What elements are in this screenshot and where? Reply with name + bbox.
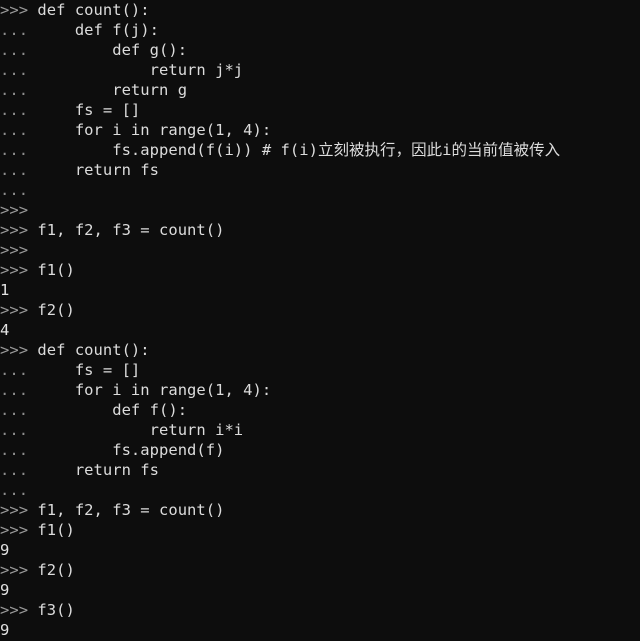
continuation-marker: ... <box>0 141 29 159</box>
continuation-marker: ... <box>0 481 29 499</box>
continuation-marker: ... <box>0 361 29 379</box>
console-output-line: 1 <box>0 280 640 300</box>
console-input-line: ... return i*i <box>0 420 640 440</box>
code-text: f1() <box>28 261 75 279</box>
prompt-marker: >>> <box>0 521 29 539</box>
console-output-line: 4 <box>0 320 640 340</box>
prompt-marker: >>> <box>0 261 29 279</box>
continuation-marker: ... <box>0 421 29 439</box>
console-input-line: ... fs.append(f) <box>0 440 640 460</box>
console-input-line: ... fs = [] <box>0 360 640 380</box>
code-text: f3() <box>28 601 75 619</box>
console-input-line: ... <box>0 480 640 500</box>
code-text: def f(j): <box>28 21 159 39</box>
code-text: f2() <box>28 561 75 579</box>
prompt-marker: >>> <box>0 201 29 219</box>
console-output-line: 9 <box>0 620 640 640</box>
code-text: f1, f2, f3 = count() <box>28 221 225 239</box>
console-input-line: >>> def count(): <box>0 340 640 360</box>
prompt-marker: >>> <box>0 561 29 579</box>
console-input-line: ... def f(): <box>0 400 640 420</box>
continuation-marker: ... <box>0 81 29 99</box>
continuation-marker: ... <box>0 161 29 179</box>
console-input-line: >>> f1, f2, f3 = count() <box>0 500 640 520</box>
code-text: def f(): <box>28 401 188 419</box>
prompt-marker: >>> <box>0 1 29 19</box>
code-text: def g(): <box>28 41 188 59</box>
prompt-marker: >>> <box>0 501 29 519</box>
console-input-line: >>> f2() <box>0 300 640 320</box>
prompt-marker: >>> <box>0 601 29 619</box>
continuation-marker: ... <box>0 401 29 419</box>
continuation-marker: ... <box>0 101 29 119</box>
prompt-marker: >>> <box>0 241 29 259</box>
continuation-marker: ... <box>0 441 29 459</box>
console-input-line: ... for i in range(1, 4): <box>0 380 640 400</box>
code-text: for i in range(1, 4): <box>28 381 272 399</box>
code-text: f1() <box>28 521 75 539</box>
output-text: 1 <box>0 281 10 299</box>
python-repl-console[interactable]: >>> def count():... def f(j):... def g()… <box>0 0 640 641</box>
output-text: 9 <box>0 581 10 599</box>
output-text: 4 <box>0 321 10 339</box>
continuation-marker: ... <box>0 41 29 59</box>
console-input-line: ... def f(j): <box>0 20 640 40</box>
prompt-marker: >>> <box>0 341 29 359</box>
continuation-marker: ... <box>0 61 29 79</box>
cjk-comment-text: 的当前值被传入 <box>451 141 561 159</box>
console-input-line: >>> f1, f2, f3 = count() <box>0 220 640 240</box>
code-text: f2() <box>28 301 75 319</box>
prompt-marker: >>> <box>0 301 29 319</box>
console-input-line: ... return fs <box>0 160 640 180</box>
console-input-line: >>> <box>0 200 640 220</box>
continuation-marker: ... <box>0 461 29 479</box>
console-input-line: ... return j*j <box>0 60 640 80</box>
continuation-marker: ... <box>0 381 29 399</box>
console-input-line: >>> f1() <box>0 520 640 540</box>
console-input-line: >>> f1() <box>0 260 640 280</box>
console-input-line: ... <box>0 180 640 200</box>
cjk-comment-text: 立刻被执行，因此 <box>317 141 443 159</box>
code-text: return g <box>28 81 188 99</box>
code-text: for i in range(1, 4): <box>28 121 272 139</box>
code-text: def count(): <box>28 1 150 19</box>
code-text: f1, f2, f3 = count() <box>28 501 225 519</box>
code-text: return fs <box>28 461 159 479</box>
console-input-line: >>> def count(): <box>0 0 640 20</box>
console-output-line: 9 <box>0 540 640 560</box>
console-input-line: ... return fs <box>0 460 640 480</box>
console-input-line: >>> f2() <box>0 560 640 580</box>
console-input-line: >>> <box>0 240 640 260</box>
code-text: return fs <box>28 161 159 179</box>
console-input-line: ... def g(): <box>0 40 640 60</box>
code-text: return i*i <box>28 421 244 439</box>
code-text: fs = [] <box>28 101 141 119</box>
continuation-marker: ... <box>0 121 29 139</box>
console-input-line: >>> f3() <box>0 600 640 620</box>
code-text: fs = [] <box>28 361 141 379</box>
console-input-line: ... return g <box>0 80 640 100</box>
output-text: 9 <box>0 541 10 559</box>
code-text: fs.append(f) <box>28 441 225 459</box>
continuation-marker: ... <box>0 21 29 39</box>
code-text: fs.append(f(i)) # f(i)立刻被执行，因此i的当前值被传入 <box>28 141 561 159</box>
continuation-marker: ... <box>0 181 29 199</box>
code-text: return j*j <box>28 61 244 79</box>
code-text: def count(): <box>28 341 150 359</box>
console-input-line: ... for i in range(1, 4): <box>0 120 640 140</box>
output-text: 9 <box>0 621 10 639</box>
prompt-marker: >>> <box>0 221 29 239</box>
console-input-line: ... fs.append(f(i)) # f(i)立刻被执行，因此i的当前值被… <box>0 140 640 160</box>
console-output-line: 9 <box>0 580 640 600</box>
console-input-line: ... fs = [] <box>0 100 640 120</box>
